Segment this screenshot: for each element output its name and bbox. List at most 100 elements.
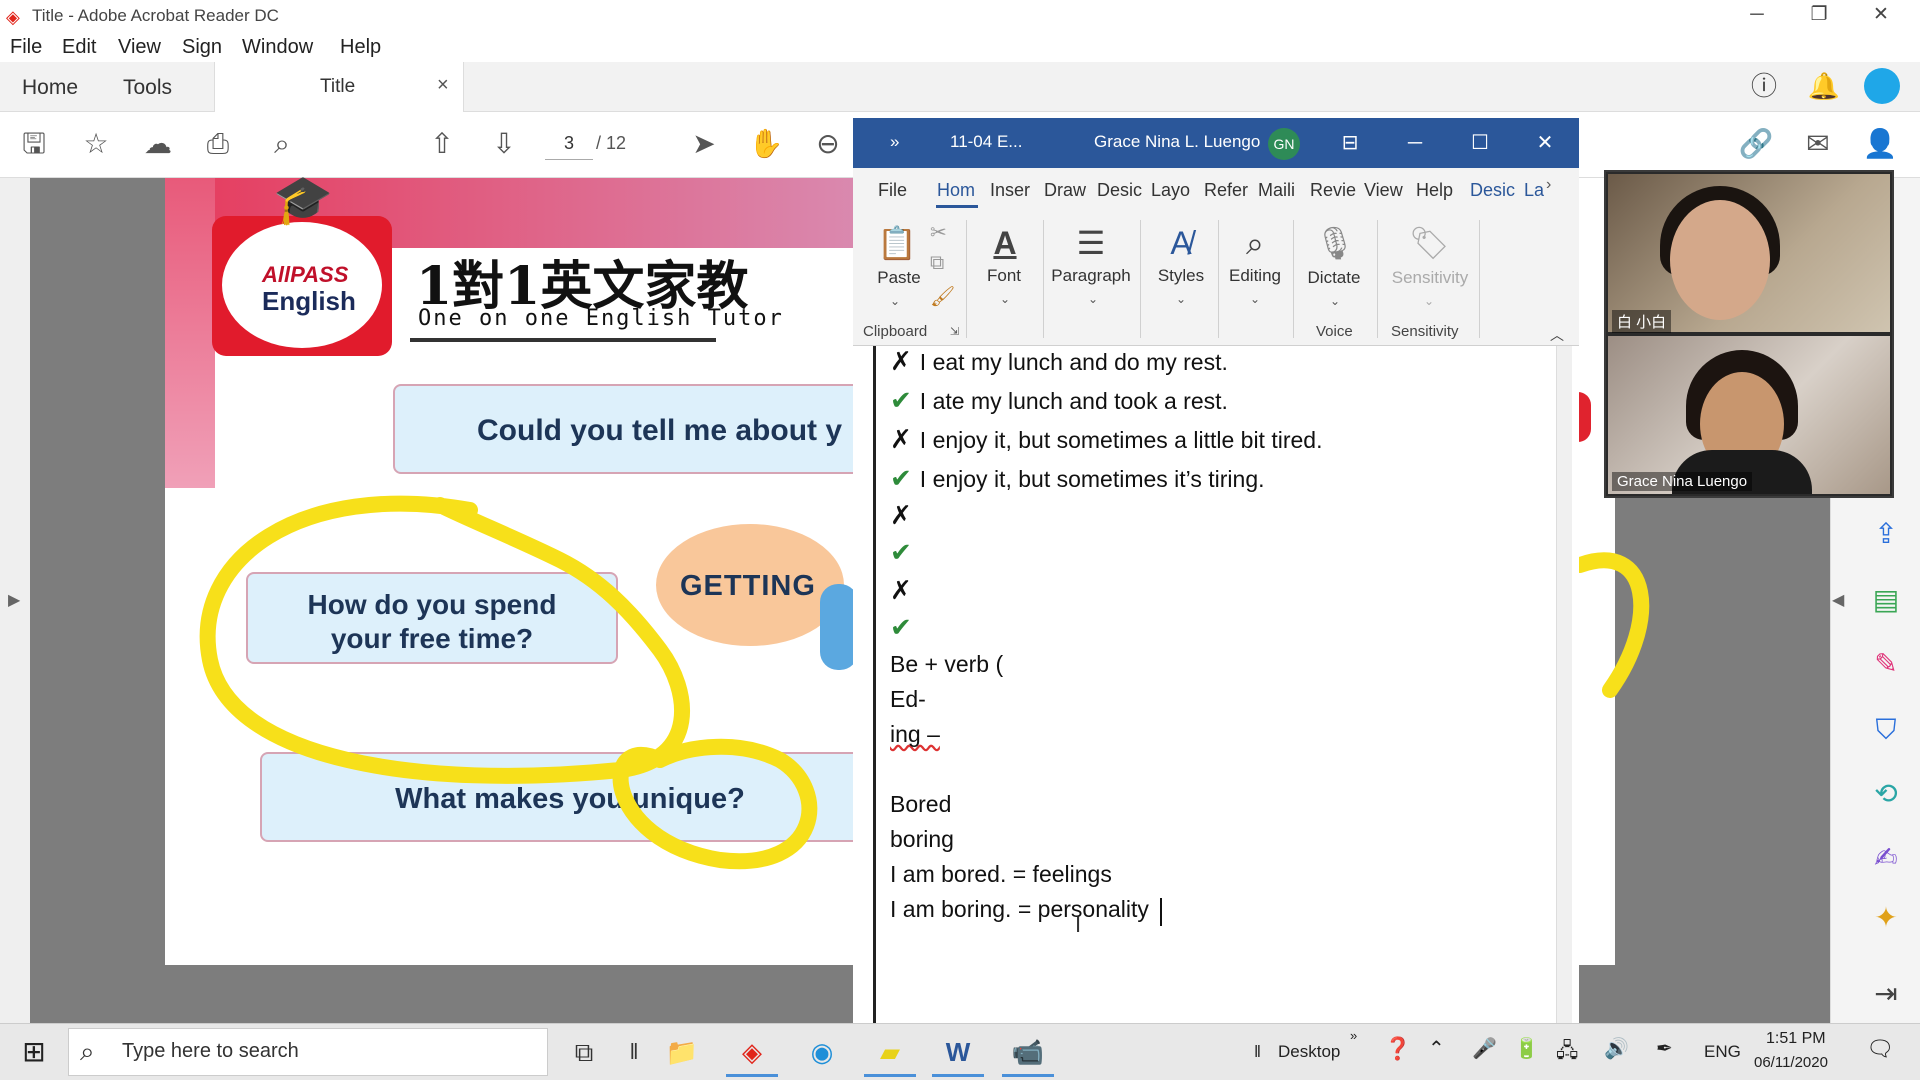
menu-edit[interactable]: Edit — [62, 36, 96, 59]
mail-icon[interactable]: ✉ — [1800, 126, 1836, 162]
sign-pen-icon[interactable]: ✍ — [1868, 840, 1904, 876]
avatar[interactable] — [1864, 68, 1900, 104]
editing-caret-icon[interactable]: ⌄ — [1250, 292, 1260, 306]
dictate-label[interactable]: Dictate — [1300, 268, 1368, 288]
word-minimize-icon[interactable]: ─ — [1390, 124, 1440, 162]
organize-pages-icon[interactable]: ▤ — [1868, 582, 1904, 618]
language-indicator[interactable]: ENG — [1704, 1042, 1741, 1062]
ribbon-tab-review[interactable]: Revie — [1310, 180, 1356, 201]
paragraph-label[interactable]: Paragraph — [1050, 266, 1132, 286]
dictate-caret-icon[interactable]: ⌄ — [1330, 294, 1340, 308]
battery-icon[interactable]: 🔋 — [1514, 1036, 1539, 1061]
microphone-tray-icon[interactable]: 🎤 — [1472, 1036, 1497, 1061]
collapse-ribbon-icon[interactable]: ︿ — [1550, 325, 1564, 345]
close-icon[interactable]: ✕ — [1850, 0, 1912, 32]
user-initials-badge[interactable]: GN — [1268, 128, 1300, 160]
ribbon-display-icon[interactable]: ⊟ — [1325, 124, 1375, 162]
ribbon-tab-mailings[interactable]: Maili — [1258, 180, 1295, 201]
network-icon[interactable]: 🖧 — [1556, 1036, 1578, 1070]
ribbon-tab-draw[interactable]: Draw — [1044, 180, 1086, 201]
clock-date[interactable]: 06/11/2020 — [1754, 1054, 1828, 1071]
paste-label[interactable]: Paste — [874, 268, 924, 288]
star-icon[interactable]: ☆ — [78, 126, 114, 162]
ribbon-scroll-right-icon[interactable]: › — [1546, 176, 1551, 194]
word-close-icon[interactable]: ✕ — [1520, 124, 1570, 162]
show-hidden-icons-icon[interactable]: ⌃ — [1428, 1036, 1445, 1061]
notifications-icon[interactable]: 🗨 — [1866, 1036, 1894, 1062]
acrobat-taskbar-icon[interactable]: ◈ — [730, 1032, 774, 1072]
windows-start-icon[interactable]: ⊞ — [12, 1034, 56, 1070]
clock-time[interactable]: 1:51 PM — [1766, 1030, 1826, 1048]
styles-label[interactable]: Styles — [1150, 266, 1212, 286]
zoom-search-icon[interactable]: ⌕ — [264, 126, 300, 162]
page-up-icon[interactable]: ⇧ — [424, 126, 460, 162]
add-user-icon[interactable]: 👤 — [1862, 126, 1898, 162]
volume-icon[interactable]: 🔊 — [1604, 1036, 1629, 1061]
menu-sign[interactable]: Sign — [182, 36, 222, 59]
styles-icon[interactable]: A̸ — [1156, 220, 1206, 266]
select-cursor-icon[interactable]: ➤ — [686, 126, 722, 162]
export-pdf-icon[interactable]: ⇪ — [1868, 516, 1904, 552]
quick-access-chevron-icon[interactable]: » — [890, 132, 899, 152]
ribbon-tab-layout[interactable]: Layo — [1151, 180, 1190, 201]
font-label[interactable]: Font — [974, 266, 1034, 286]
ribbon-tab-design[interactable]: Desic — [1097, 180, 1142, 201]
paste-icon[interactable]: 📋 — [872, 220, 922, 266]
microphone-icon[interactable]: 🎙 — [1310, 220, 1360, 266]
menu-window[interactable]: Window — [242, 36, 313, 59]
page-down-icon[interactable]: ⇩ — [486, 126, 522, 162]
hand-tool-icon[interactable]: ✋ — [748, 126, 784, 162]
copy-icon[interactable]: ⧉ — [930, 252, 944, 275]
help-icon[interactable]: ⓘ — [1746, 68, 1782, 104]
paragraph-caret-icon[interactable]: ⌄ — [1088, 292, 1098, 306]
toolbar-chevron-icon[interactable]: » — [1350, 1028, 1357, 1043]
paragraph-icon[interactable]: ☰ — [1066, 220, 1116, 266]
format-painter-icon[interactable]: 🖌 — [930, 284, 955, 309]
bell-icon[interactable]: 🔔 — [1806, 68, 1842, 104]
ribbon-tab-design-2[interactable]: Desic — [1470, 180, 1515, 201]
word-scrollbar[interactable] — [1556, 346, 1572, 1023]
collapse-right-panel-icon[interactable]: ◀ — [1832, 590, 1844, 610]
tab-tools[interactable]: Tools — [123, 76, 172, 100]
ribbon-tab-view[interactable]: View — [1364, 180, 1403, 201]
document-tab-close-icon[interactable]: × — [437, 74, 449, 97]
zoom-taskbar-icon[interactable]: 📹 — [1006, 1032, 1050, 1072]
tab-home[interactable]: Home — [22, 76, 78, 100]
zoom-out-icon[interactable]: ⊖ — [810, 126, 846, 162]
ribbon-tab-help[interactable]: Help — [1416, 180, 1453, 201]
upload-cloud-icon[interactable]: ☁ — [140, 126, 176, 162]
task-view-icon[interactable]: ⧉ — [562, 1032, 606, 1072]
menu-file[interactable]: File — [10, 36, 42, 59]
desktop-toolbar-label[interactable]: Desktop — [1278, 1042, 1340, 1062]
print-icon[interactable]: ⎙ — [200, 126, 236, 162]
share-link-icon[interactable]: 🔗 — [1738, 126, 1774, 162]
word-user-name[interactable]: Grace Nina L. Luengo — [1094, 132, 1260, 152]
help-tray-icon[interactable]: ❓ — [1384, 1036, 1411, 1062]
file-explorer-icon[interactable]: 📁 — [660, 1032, 704, 1072]
fill-sign-icon[interactable]: ✎ — [1868, 646, 1904, 682]
ribbon-tab-file[interactable]: File — [878, 180, 907, 201]
expand-left-panel-icon[interactable]: ▶ — [8, 590, 20, 610]
editing-label[interactable]: Editing — [1222, 266, 1288, 286]
menu-help[interactable]: Help — [340, 36, 381, 59]
font-caret-icon[interactable]: ⌄ — [1000, 292, 1010, 306]
menu-view[interactable]: View — [118, 36, 161, 59]
sticky-notes-icon[interactable]: ▰ — [868, 1032, 912, 1072]
restore-icon[interactable]: ❐ — [1788, 0, 1850, 32]
paste-caret-icon[interactable]: ⌄ — [890, 294, 900, 308]
ribbon-tab-home[interactable]: Hom — [937, 180, 975, 201]
ribbon-tab-la[interactable]: La — [1524, 180, 1544, 201]
editing-search-icon[interactable]: ⌕ — [1230, 220, 1280, 266]
send-review-icon[interactable]: ⟲ — [1868, 776, 1904, 812]
ribbon-tab-insert[interactable]: Inser — [990, 180, 1030, 201]
word-maximize-icon[interactable]: ☐ — [1455, 124, 1505, 162]
styles-caret-icon[interactable]: ⌄ — [1176, 292, 1186, 306]
edge-browser-icon[interactable]: ◉ — [800, 1032, 844, 1072]
comment-icon[interactable]: ✦ — [1868, 900, 1904, 936]
clipboard-launcher-icon[interactable]: ⇲ — [950, 325, 959, 338]
ribbon-tab-references[interactable]: Refer — [1204, 180, 1248, 201]
word-taskbar-icon[interactable]: W — [936, 1032, 980, 1072]
cut-icon[interactable]: ✂ — [930, 220, 947, 245]
font-icon[interactable]: A — [980, 220, 1030, 266]
page-number-input[interactable]: 3 — [545, 126, 593, 160]
